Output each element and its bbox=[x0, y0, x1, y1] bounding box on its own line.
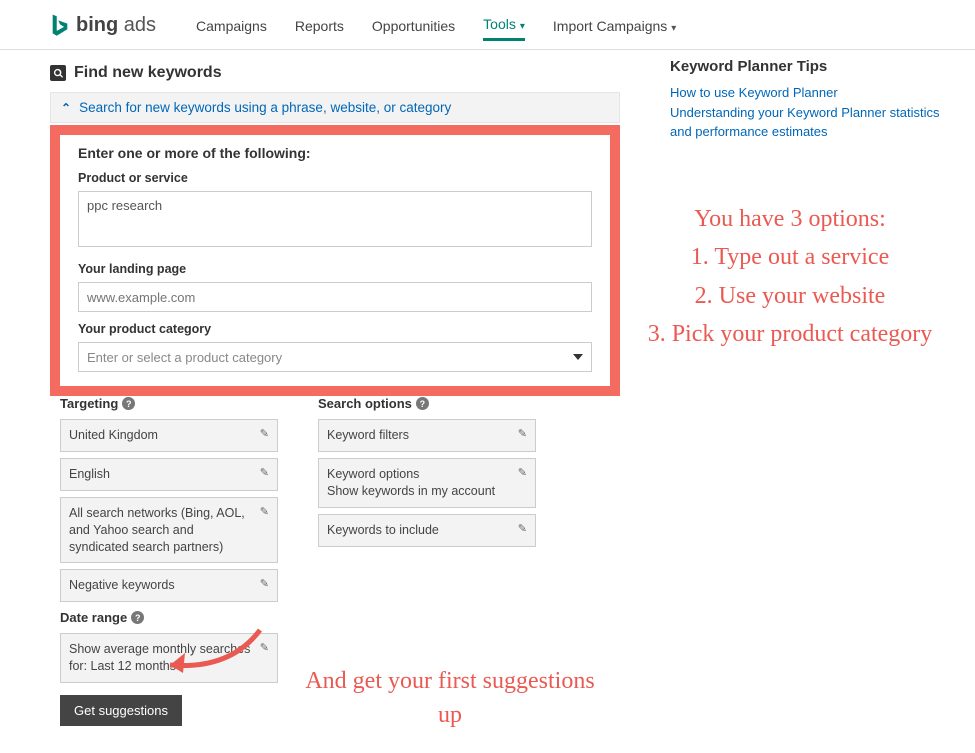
nav-opportunities[interactable]: Opportunities bbox=[372, 12, 455, 40]
help-icon[interactable]: ? bbox=[416, 397, 429, 410]
bing-logo-icon bbox=[50, 13, 70, 39]
keywords-to-include[interactable]: Keywords to include✎ bbox=[318, 514, 536, 547]
tips-title: Keyword Planner Tips bbox=[670, 58, 960, 75]
pencil-icon: ✎ bbox=[260, 577, 269, 592]
landing-page-input[interactable] bbox=[78, 282, 592, 312]
accordion-link: Search for new keywords using a phrase, … bbox=[79, 100, 451, 115]
pencil-icon: ✎ bbox=[518, 466, 527, 481]
product-label: Product or service bbox=[78, 171, 592, 185]
targeting-head: Targeting ? bbox=[60, 396, 278, 411]
accordion-search-new-keywords[interactable]: ⌃ Search for new keywords using a phrase… bbox=[50, 92, 620, 123]
chevron-up-icon: ⌃ bbox=[61, 101, 71, 115]
find-keywords-header: Find new keywords bbox=[50, 58, 620, 88]
category-select[interactable]: Enter or select a product category bbox=[78, 342, 592, 372]
search-options-head: Search options ? bbox=[318, 396, 536, 411]
left-column: Find new keywords ⌃ Search for new keywo… bbox=[50, 58, 620, 726]
product-input[interactable] bbox=[78, 191, 592, 247]
nav-import-campaigns[interactable]: Import Campaigns▾ bbox=[553, 12, 676, 40]
find-keywords-title: Find new keywords bbox=[74, 64, 222, 82]
dropdown-triangle-icon bbox=[573, 354, 583, 360]
tips-panel: Keyword Planner Tips How to use Keyword … bbox=[670, 50, 960, 142]
logo-text: bing ads bbox=[76, 14, 156, 37]
nav-campaigns[interactable]: Campaigns bbox=[196, 12, 267, 40]
form-title: Enter one or more of the following: bbox=[78, 145, 592, 161]
pencil-icon: ✎ bbox=[260, 427, 269, 442]
bing-ads-logo[interactable]: bing ads bbox=[50, 13, 156, 39]
pencil-icon: ✎ bbox=[518, 427, 527, 442]
targeting-location[interactable]: United Kingdom✎ bbox=[60, 419, 278, 452]
search-icon bbox=[50, 65, 66, 81]
nav-tools[interactable]: Tools▾ bbox=[483, 10, 525, 41]
category-label: Your product category bbox=[78, 322, 592, 336]
daterange-head: Date range ? bbox=[60, 610, 278, 625]
annotation-get-suggestions: And get your first suggestions up bbox=[300, 665, 600, 732]
top-nav-bar: bing ads Campaigns Reports Opportunities… bbox=[0, 0, 975, 50]
pencil-icon: ✎ bbox=[260, 505, 269, 520]
targeting-negative[interactable]: Negative keywords✎ bbox=[60, 569, 278, 602]
main-content: Find new keywords ⌃ Search for new keywo… bbox=[0, 50, 975, 726]
annotation-arrow-icon bbox=[150, 625, 270, 680]
chevron-down-icon: ▾ bbox=[671, 23, 676, 34]
tip-link-understanding[interactable]: Understanding your Keyword Planner stati… bbox=[670, 103, 960, 142]
highlighted-form-box: Enter one or more of the following: Prod… bbox=[50, 125, 620, 396]
category-placeholder: Enter or select a product category bbox=[87, 350, 282, 365]
pencil-icon: ✎ bbox=[260, 466, 269, 481]
keyword-filters[interactable]: Keyword filters✎ bbox=[318, 419, 536, 452]
keyword-options[interactable]: Keyword options Show keywords in my acco… bbox=[318, 458, 536, 508]
targeting-language[interactable]: English✎ bbox=[60, 458, 278, 491]
get-suggestions-button[interactable]: Get suggestions bbox=[60, 695, 182, 726]
targeting-networks[interactable]: All search networks (Bing, AOL, and Yaho… bbox=[60, 497, 278, 564]
pencil-icon: ✎ bbox=[518, 522, 527, 537]
help-icon[interactable]: ? bbox=[122, 397, 135, 410]
main-nav: Campaigns Reports Opportunities Tools▾ I… bbox=[196, 10, 676, 41]
nav-reports[interactable]: Reports bbox=[295, 12, 344, 40]
annotation-options: You have 3 options: 1. Type out a servic… bbox=[615, 200, 965, 354]
help-icon[interactable]: ? bbox=[131, 611, 144, 624]
chevron-down-icon: ▾ bbox=[520, 21, 525, 32]
tip-link-how-to[interactable]: How to use Keyword Planner bbox=[670, 83, 960, 103]
landing-label: Your landing page bbox=[78, 262, 592, 276]
